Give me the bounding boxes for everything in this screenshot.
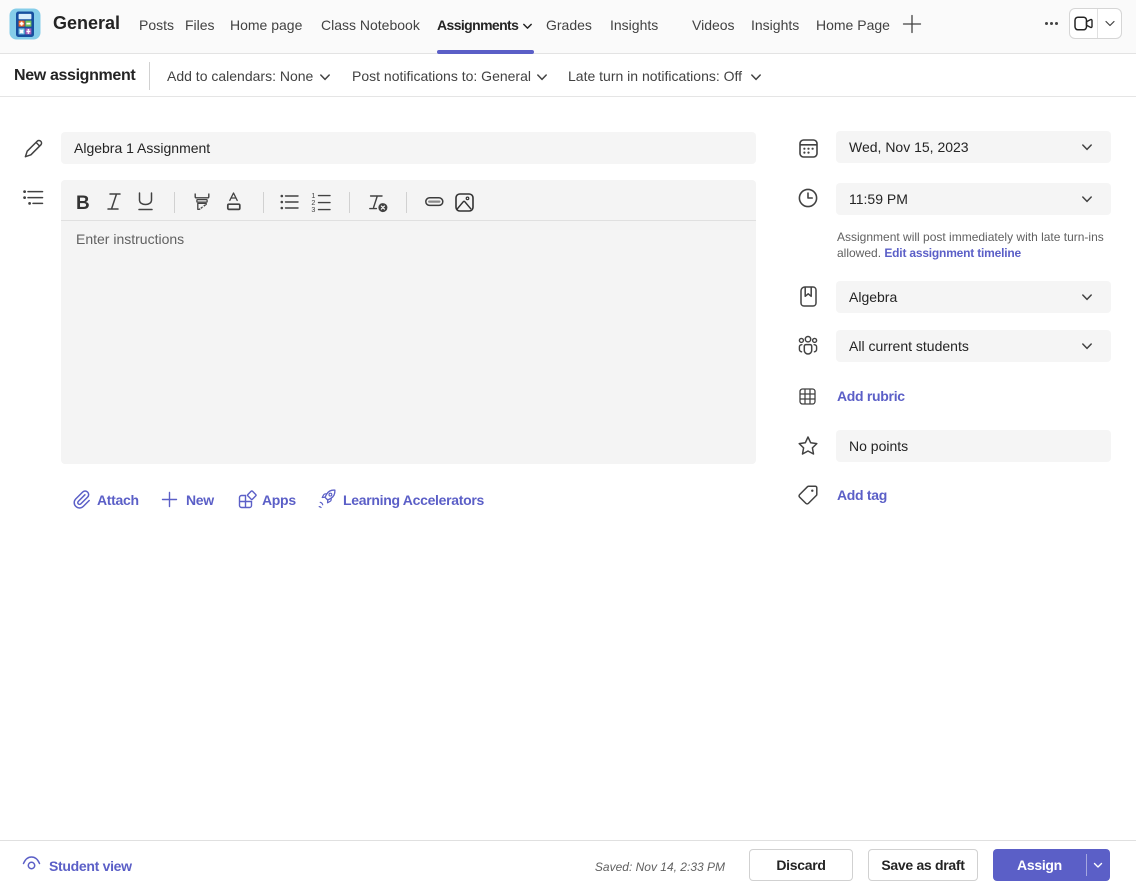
svg-text:3: 3 <box>311 205 315 213</box>
